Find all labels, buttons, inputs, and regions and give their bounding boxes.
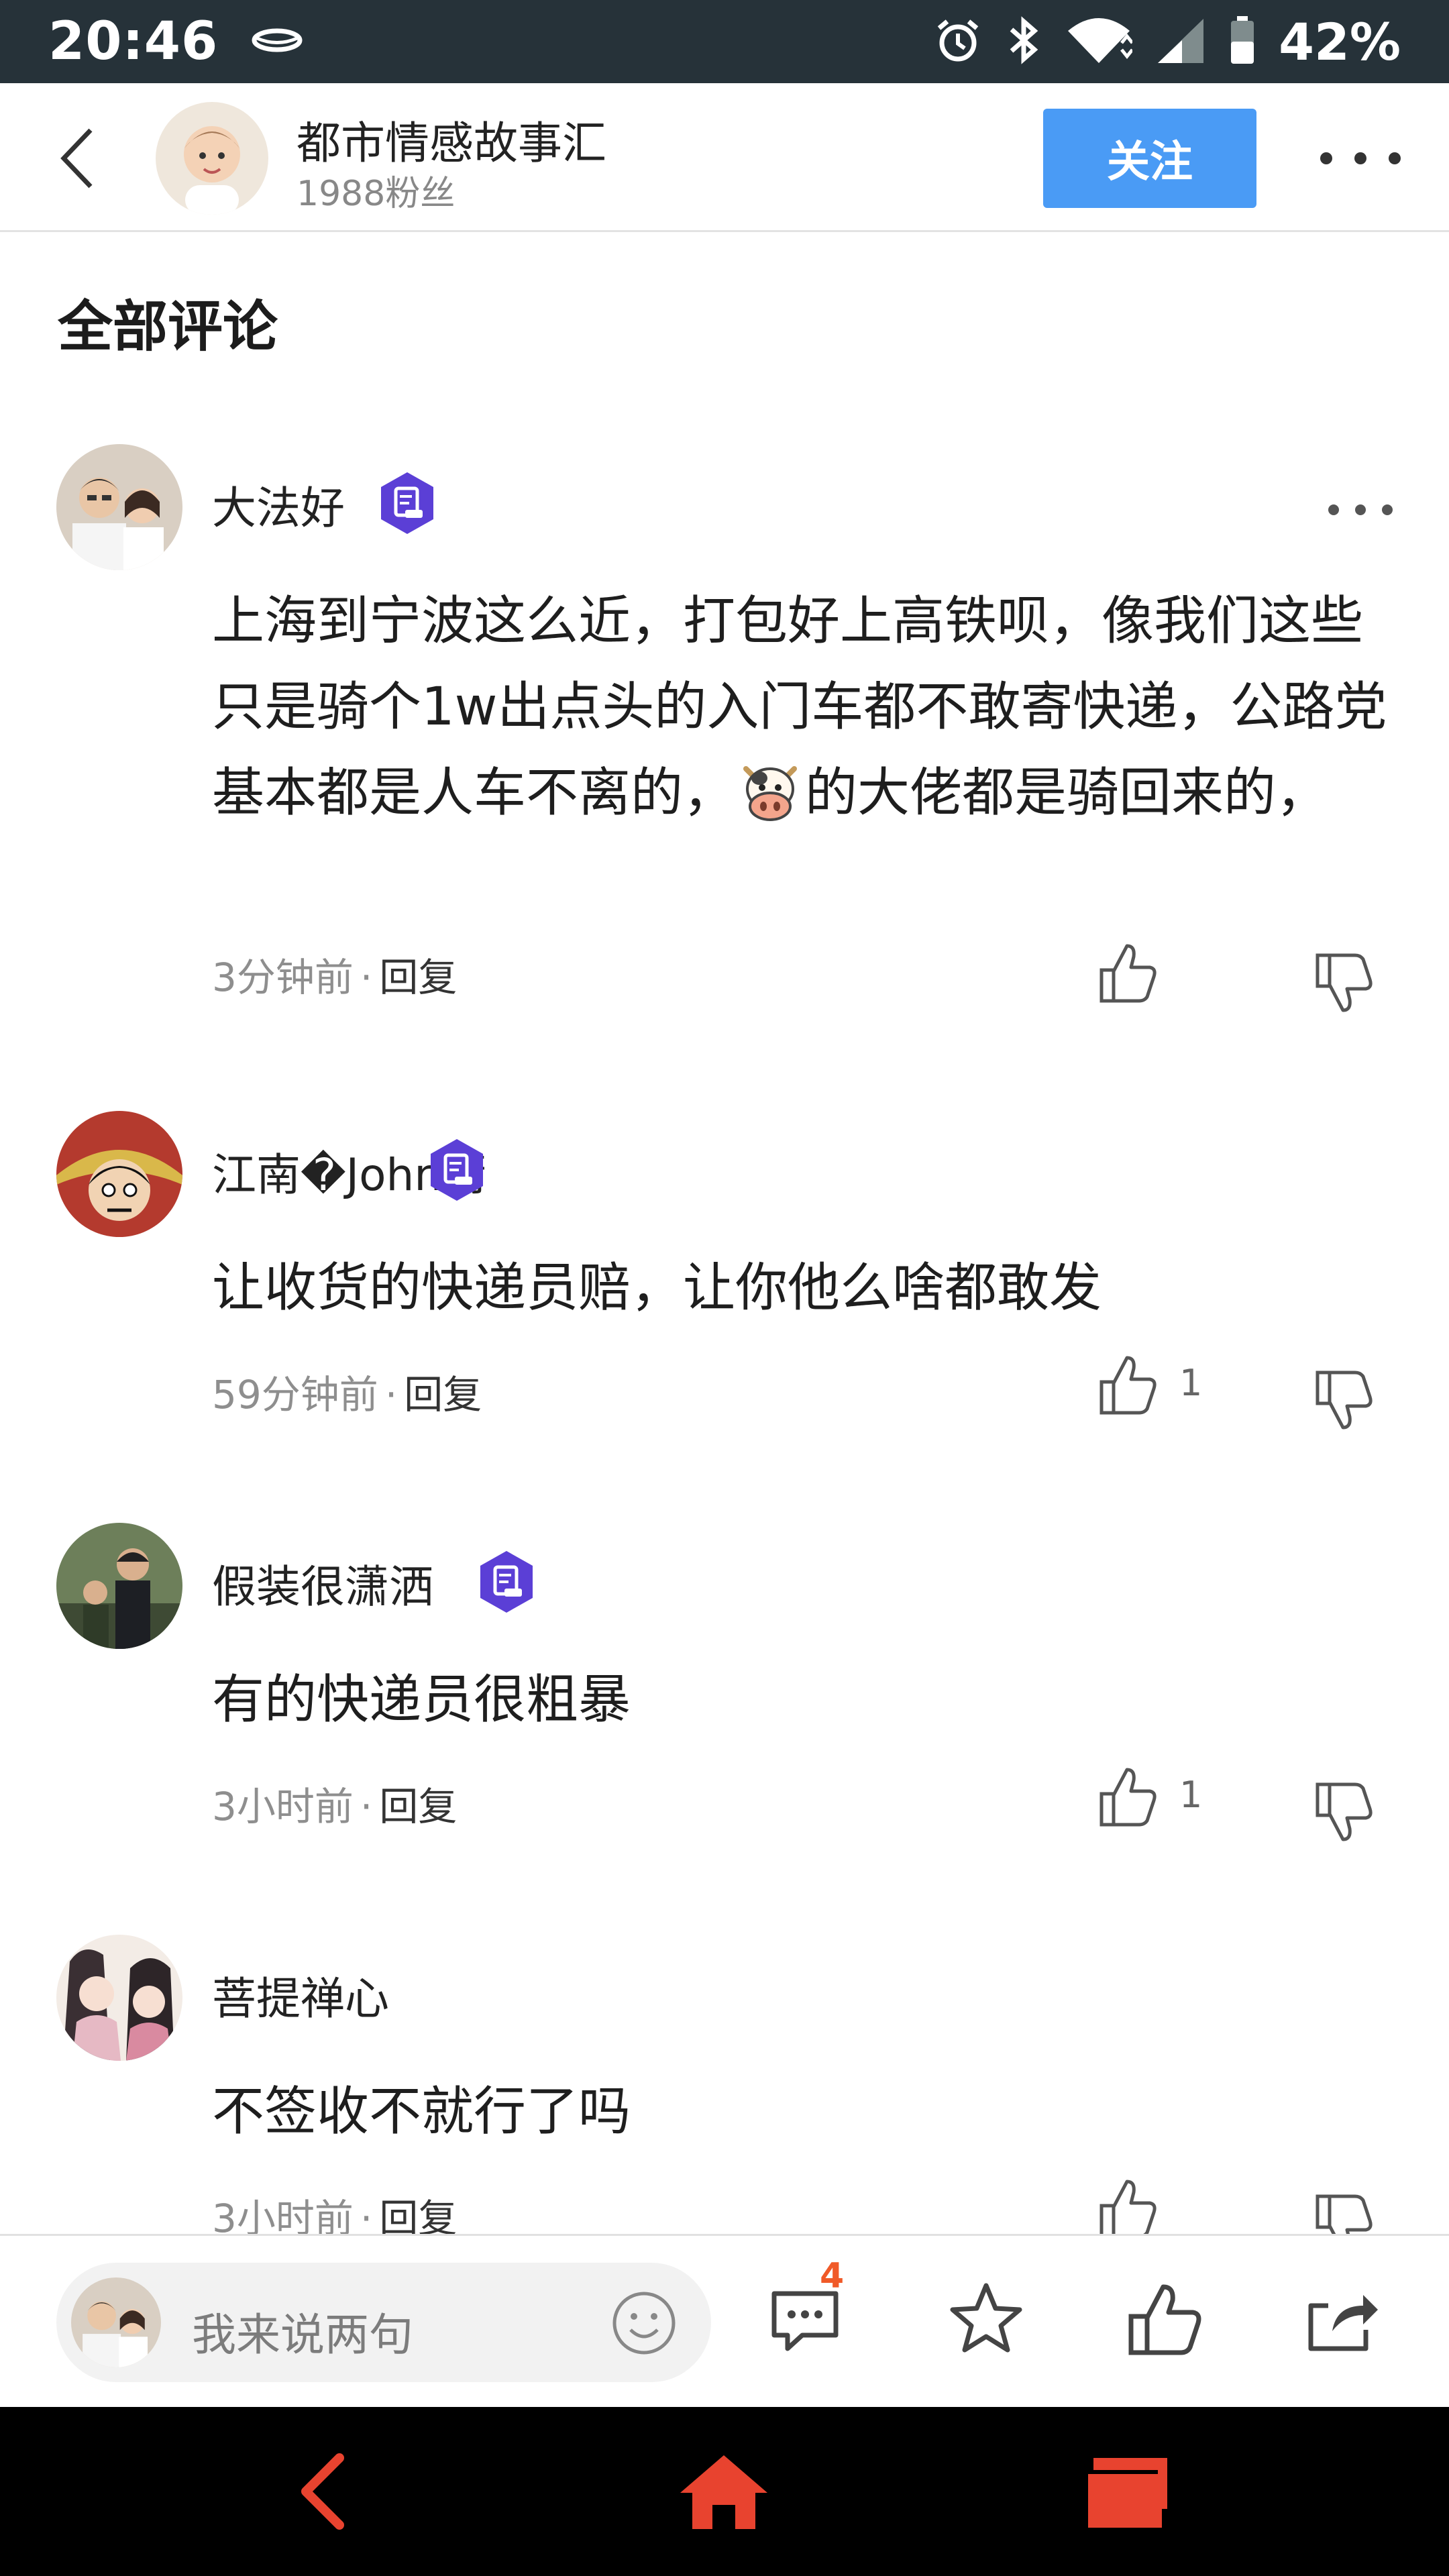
reply-button[interactable]: 回复 <box>379 955 457 1000</box>
user-avatar[interactable] <box>56 1935 182 2061</box>
comment-item: 大法好 上海到宁波这么近，打包好上高铁呗，像我们这些只是骑个1w出点头的入门车都… <box>0 444 1449 1034</box>
reply-button[interactable]: 回复 <box>404 1372 482 1417</box>
comment-item: 假装很潇洒 有的快递员很粗暴 3小时前 · 回复 1 <box>0 1523 1449 1872</box>
comments-area: 全部评论 大法好 上海到宁波这么近，打包好上高铁呗，像我们这些只是骑个1w出点头… <box>0 0 1449 2234</box>
comment-item: 江南�John箭 让收货的快递员赔，让你他么啥都敢发 59分钟前 · 回复 1 <box>0 1111 1449 1460</box>
back-icon[interactable] <box>272 2451 373 2532</box>
star-icon[interactable] <box>946 2279 1026 2359</box>
meta-separator: · <box>360 1784 373 1829</box>
thumbs-down-icon[interactable] <box>1313 951 1374 1016</box>
comment-time: 3小时前 <box>212 2196 354 2234</box>
thumbs-up-icon[interactable] <box>1097 1352 1158 1417</box>
emoji-icon[interactable] <box>610 2290 678 2357</box>
user-name[interactable]: 假装很潇洒 <box>212 1551 433 1615</box>
comment-meta: 3分钟前 · 回复 <box>212 946 457 1002</box>
my-avatar <box>71 2277 161 2367</box>
like-count: 1 <box>1179 1774 1203 1816</box>
level-badge-icon <box>431 1139 483 1201</box>
comment-meta: 3小时前 · 回复 <box>212 2187 457 2234</box>
comment-time: 3小时前 <box>212 1784 354 1829</box>
more-dot <box>1355 504 1366 515</box>
cow-face-icon <box>739 758 801 822</box>
like-count: 1 <box>1179 1362 1203 1404</box>
home-icon[interactable] <box>674 2451 774 2532</box>
comment-more-button[interactable] <box>1328 502 1393 518</box>
more-dot <box>1328 504 1339 515</box>
thumbs-down-icon[interactable] <box>1313 1780 1374 1845</box>
comment-input[interactable]: 我来说两句 <box>56 2263 711 2382</box>
level-badge-icon <box>381 472 433 534</box>
user-name[interactable]: 大法好 <box>212 472 345 537</box>
screen: 20:46 42% 都市情感故事汇 1988粉丝 关注 全部评论 大法好 上海到… <box>0 0 1449 2576</box>
user-avatar[interactable] <box>56 444 182 570</box>
more-dot <box>1382 504 1393 515</box>
share-icon[interactable] <box>1301 2279 1382 2359</box>
bottom-action-bar: 我来说两句 4 <box>0 2234 1449 2407</box>
thumbs-up-icon[interactable] <box>1097 1764 1158 1829</box>
level-badge-icon <box>480 1551 533 1613</box>
thumbs-up-icon[interactable] <box>1124 2279 1205 2359</box>
comment-text: 让收货的快递员赔，让你他么啥都敢发 <box>212 1258 1102 1318</box>
user-avatar[interactable] <box>56 1111 182 1237</box>
meta-separator: · <box>360 955 373 1000</box>
user-avatar[interactable] <box>56 1523 182 1649</box>
comment-time: 59分钟前 <box>212 1372 378 1417</box>
reply-button[interactable]: 回复 <box>379 1784 457 1829</box>
thumbs-down-icon[interactable] <box>1313 1368 1374 1433</box>
meta-separator: · <box>360 2196 373 2234</box>
user-name[interactable]: 菩提禅心 <box>212 1963 389 2027</box>
system-nav-bar <box>0 2407 1449 2576</box>
comment-text: 有的快递员很粗暴 <box>212 1670 631 1730</box>
comment-input-placeholder: 我来说两句 <box>192 2309 413 2361</box>
thumbs-up-icon[interactable] <box>1097 941 1158 1005</box>
section-title: 全部评论 <box>58 295 278 359</box>
comment-time: 3分钟前 <box>212 955 354 1000</box>
comment-meta: 59分钟前 · 回复 <box>212 1363 482 1419</box>
comment-text-part: 的大佬都是骑回来的， <box>805 763 1329 823</box>
comment-item: 菩提禅心 不签收不就行了吗 3小时前 · 回复 <box>0 1935 1449 2234</box>
recent-apps-icon[interactable] <box>1073 2451 1174 2532</box>
comment-text: 不签收不就行了吗 <box>212 2082 631 2142</box>
reply-button[interactable]: 回复 <box>379 2196 457 2234</box>
meta-separator: · <box>384 1372 398 1417</box>
thumbs-down-icon[interactable] <box>1313 2192 1374 2234</box>
comment-text: 上海到宁波这么近，打包好上高铁呗，像我们这些只是骑个1w出点头的入门车都不敢寄快… <box>212 578 1406 836</box>
comment-meta: 3小时前 · 回复 <box>212 1775 457 1831</box>
thumbs-up-icon[interactable] <box>1097 2176 1158 2234</box>
comment-count-badge: 4 <box>820 2256 845 2296</box>
